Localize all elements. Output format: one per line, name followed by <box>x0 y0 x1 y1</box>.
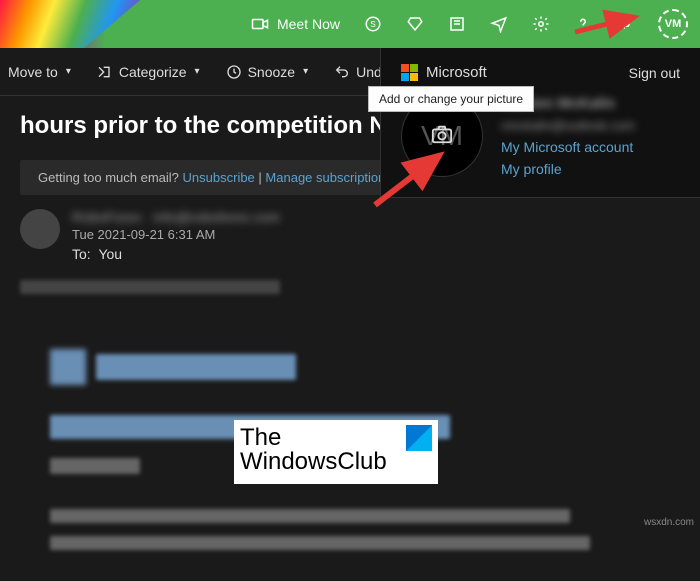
chevron-down-icon: ▾ <box>195 66 200 77</box>
unsubscribe-link[interactable]: Unsubscribe <box>183 170 255 185</box>
microsoft-logo-icon <box>401 64 418 81</box>
diamond-icon[interactable] <box>406 15 424 33</box>
sender-avatar[interactable] <box>20 209 60 249</box>
window-titlebar: Meet Now S VM <box>0 0 700 48</box>
camera-icon <box>429 123 455 150</box>
megaphone-icon[interactable] <box>616 15 634 33</box>
body-logo <box>50 349 650 385</box>
move-to-label: Move to <box>8 64 58 80</box>
sender-row: RoboForex · info@roboforex.com Tue 2021-… <box>20 209 680 262</box>
tips-icon[interactable] <box>490 15 508 33</box>
panel-user-email: vmckalin@outlook.com <box>501 118 635 133</box>
sender-name: RoboForex · info@roboforex.com <box>72 209 680 225</box>
theme-accent <box>0 0 140 48</box>
meet-now-button[interactable]: Meet Now <box>251 15 340 33</box>
avatar-initials: VM <box>665 18 682 30</box>
chevron-down-icon: ▾ <box>66 66 71 77</box>
help-icon[interactable] <box>574 15 592 33</box>
brand-label: Microsoft <box>426 64 487 81</box>
snooze-label: Snooze <box>248 64 295 80</box>
svg-text:S: S <box>370 20 376 29</box>
watermark: The WindowsClub <box>234 420 438 484</box>
categorize-button[interactable]: Categorize ▾ <box>93 58 204 86</box>
manage-subscriptions-link[interactable]: Manage subscriptions <box>265 170 391 185</box>
sent-date: Tue 2021-09-21 6:31 AM <box>72 227 680 242</box>
skype-icon[interactable]: S <box>364 15 382 33</box>
chevron-down-icon: ▾ <box>303 66 308 77</box>
to-label: To: <box>72 246 91 262</box>
sign-out-link[interactable]: Sign out <box>629 65 680 81</box>
to-value: You <box>98 246 122 262</box>
meet-now-label: Meet Now <box>277 16 340 32</box>
gear-icon[interactable] <box>532 15 550 33</box>
snooze-button[interactable]: Snooze ▾ <box>222 58 313 86</box>
video-icon <box>251 15 269 33</box>
microsoft-brand: Microsoft <box>401 64 487 81</box>
watermark-logo-icon <box>406 425 432 451</box>
tooltip: Add or change your picture <box>368 86 534 112</box>
image-credit: wsxdn.com <box>644 517 694 528</box>
my-profile-link[interactable]: My profile <box>501 161 635 177</box>
categorize-label: Categorize <box>119 64 187 80</box>
logo-icon <box>50 349 86 385</box>
account-panel: Microsoft Sign out VM Vamien McKalin vmc… <box>380 48 700 198</box>
account-avatar-button[interactable]: VM <box>658 9 688 39</box>
watermark-line2: WindowsClub <box>240 448 432 476</box>
move-to-button[interactable]: Move to ▾ <box>4 58 75 86</box>
my-microsoft-account-link[interactable]: My Microsoft account <box>501 139 635 155</box>
news-icon[interactable] <box>448 15 466 33</box>
to-line: To: You <box>72 246 680 262</box>
manage-prompt: Getting too much email? <box>38 170 179 185</box>
